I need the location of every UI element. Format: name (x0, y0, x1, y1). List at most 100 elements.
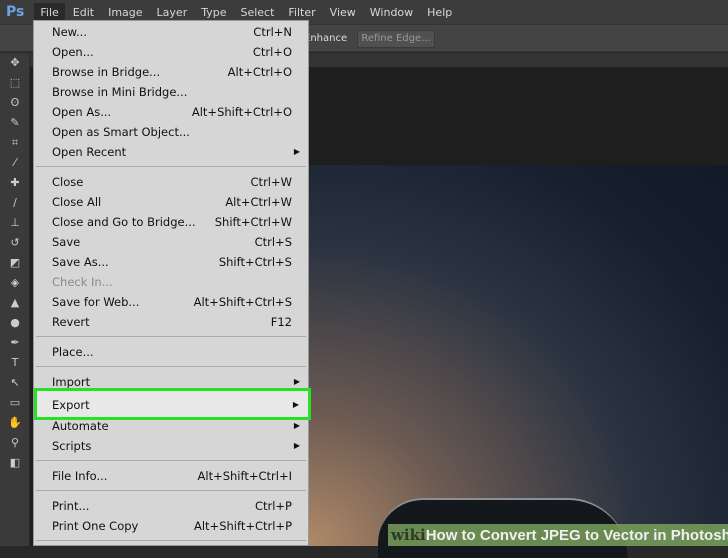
menu-item-close-all[interactable]: Close All Alt+Ctrl+W (34, 192, 308, 212)
tools-panel: ✥ ⬚ ʘ ✎ ⌗ ⁄ ✚ ∕ ⊥ ↺ ◩ ◈ ▲ ● ✒ T ↖ ▭ ✋ ⚲ ◧ (0, 53, 30, 546)
dodge-tool-icon[interactable]: ● (0, 313, 30, 333)
move-tool-icon[interactable]: ✥ (0, 53, 30, 73)
type-tool-icon[interactable]: T (0, 353, 30, 373)
watermark-title: How to Convert JPEG to Vector in Photosh… (425, 527, 728, 544)
menu-item-close-and-go-to-bridge[interactable]: Close and Go to Bridge... Shift+Ctrl+W (34, 212, 308, 232)
menu-item-shortcut: Ctrl+W (250, 175, 292, 189)
menu-separator (34, 332, 308, 342)
menu-view[interactable]: View (324, 3, 362, 22)
eyedropper-tool-icon[interactable]: ⁄ (0, 153, 30, 173)
menu-item-shortcut: Alt+Ctrl+O (227, 65, 292, 79)
healing-tool-icon[interactable]: ✚ (0, 173, 30, 193)
hand-tool-icon[interactable]: ✋ (0, 413, 30, 433)
lasso-tool-icon[interactable]: ʘ (0, 93, 30, 113)
pen-tool-icon[interactable]: ✒ (0, 333, 30, 353)
menu-item-shortcut: Shift+Ctrl+W (214, 215, 292, 229)
menu-filter[interactable]: Filter (282, 3, 321, 22)
crop-tool-icon[interactable]: ⌗ (0, 133, 30, 153)
menu-separator (34, 456, 308, 466)
menu-image[interactable]: Image (102, 3, 148, 22)
menu-help[interactable]: Help (421, 3, 458, 22)
menu-item-label: Open As... (52, 105, 112, 119)
menu-item-label: Revert (52, 315, 90, 329)
menu-layer[interactable]: Layer (151, 3, 194, 22)
menu-item-new[interactable]: New... Ctrl+N (34, 22, 308, 42)
menu-item-place[interactable]: Place... (34, 342, 308, 362)
menu-type[interactable]: Type (195, 3, 232, 22)
menu-item-print-one-copy[interactable]: Print One Copy Alt+Shift+Ctrl+P (34, 516, 308, 536)
menu-item-save-as[interactable]: Save As... Shift+Ctrl+S (34, 252, 308, 272)
menu-item-shortcut: Alt+Shift+Ctrl+S (193, 295, 292, 309)
menu-item-shortcut: Ctrl+S (254, 235, 292, 249)
menu-edit[interactable]: Edit (67, 3, 100, 22)
rectangle-tool-icon[interactable]: ▭ (0, 393, 30, 413)
submenu-arrow-icon: ▶ (293, 147, 300, 156)
menu-item-close[interactable]: Close Ctrl+W (34, 172, 308, 192)
menu-item-shortcut: Ctrl+P (254, 499, 292, 513)
clone-stamp-tool-icon[interactable]: ⊥ (0, 213, 30, 233)
file-menu-dropdown: New... Ctrl+N Open... Ctrl+O Browse in Bridg… (33, 20, 311, 546)
menu-item-save-for-web[interactable]: Save for Web... Alt+Shift+Ctrl+S (34, 292, 308, 312)
menu-item-label: Browse in Bridge... (52, 65, 161, 79)
colors-tool-icon[interactable]: ◧ (0, 453, 30, 473)
menu-item-save[interactable]: Save Ctrl+S (34, 232, 308, 252)
menu-select[interactable]: Select (234, 3, 280, 22)
menu-item-shortcut: Ctrl+N (253, 25, 292, 39)
menu-item-label: Browse in Mini Bridge... (52, 85, 188, 99)
photo-night-sky (308, 165, 728, 546)
menu-item-label: Save As... (52, 255, 109, 269)
menu-item-browse-in-bridge[interactable]: Browse in Bridge... Alt+Ctrl+O (34, 62, 308, 82)
submenu-arrow-icon: ▶ (292, 400, 299, 409)
menu-item-label: Print One Copy (52, 519, 139, 533)
menu-item-shortcut: Shift+Ctrl+S (218, 255, 292, 269)
history-brush-tool-icon[interactable]: ↺ (0, 233, 30, 253)
menu-item-label: Export (52, 398, 90, 412)
menu-window[interactable]: Window (364, 3, 419, 22)
menu-item-label: Import (52, 375, 91, 389)
menu-item-open-as[interactable]: Open As... Alt+Shift+Ctrl+O (34, 102, 308, 122)
paint-bucket-tool-icon[interactable]: ◈ (0, 273, 30, 293)
brush-tool-icon[interactable]: ∕ (0, 193, 30, 213)
eraser-tool-icon[interactable]: ◩ (0, 253, 30, 273)
wikihow-watermark: wikiHow to Convert JPEG to Vector in Pho… (388, 524, 728, 546)
zoom-tool-icon[interactable]: ⚲ (0, 433, 30, 453)
menu-item-shortcut: Alt+Ctrl+W (225, 195, 292, 209)
menu-item-label: Open... (52, 45, 94, 59)
menu-item-browse-in-mini-bridge[interactable]: Browse in Mini Bridge... (34, 82, 308, 102)
menu-item-scripts[interactable]: Scripts ▶ (34, 436, 308, 456)
menu-item-open-as-smart-object[interactable]: Open as Smart Object... (34, 122, 308, 142)
menu-item-label: Save for Web... (52, 295, 140, 309)
menu-item-open[interactable]: Open... Ctrl+O (34, 42, 308, 62)
menu-item-label: Print... (52, 499, 90, 513)
menu-item-shortcut: F12 (270, 315, 292, 329)
menu-item-revert[interactable]: Revert F12 (34, 312, 308, 332)
menu-item-label: Check In... (52, 275, 113, 289)
photoshop-logo: Ps (6, 4, 25, 20)
watermark-wiki: wiki (391, 526, 426, 544)
quick-selection-tool-icon[interactable]: ✎ (0, 113, 30, 133)
menu-item-print[interactable]: Print... Ctrl+P (34, 496, 308, 516)
menu-file[interactable]: File (34, 2, 65, 22)
menu-item-label: Place... (52, 345, 94, 359)
menu-item-export[interactable]: Export ▶ (34, 388, 311, 420)
menu-separator (34, 162, 308, 172)
menu-item-label: File Info... (52, 469, 108, 483)
menu-separator (34, 362, 308, 372)
path-selection-tool-icon[interactable]: ↖ (0, 373, 30, 393)
menu-item-file-info[interactable]: File Info... Alt+Shift+Ctrl+I (34, 466, 308, 486)
menu-item-open-recent[interactable]: Open Recent ▶ (34, 142, 308, 162)
menu-item-label: New... (52, 25, 87, 39)
blur-tool-icon[interactable]: ▲ (0, 293, 30, 313)
enhance-button[interactable]: Enhance (304, 33, 347, 44)
menu-separator (34, 486, 308, 496)
menu-item-shortcut: Ctrl+O (252, 45, 292, 59)
menu-item-label: Close (52, 175, 84, 189)
menu-separator (34, 536, 308, 546)
menu-item-check-in: Check In... (34, 272, 308, 292)
refine-edge-button[interactable]: Refine Edge... (357, 30, 435, 48)
submenu-arrow-icon: ▶ (293, 441, 300, 450)
menu-item-shortcut: Alt+Shift+Ctrl+I (197, 469, 292, 483)
menu-item-label: Scripts (52, 439, 92, 453)
marquee-tool-icon[interactable]: ⬚ (0, 73, 30, 93)
menu-item-label: Save (52, 235, 81, 249)
